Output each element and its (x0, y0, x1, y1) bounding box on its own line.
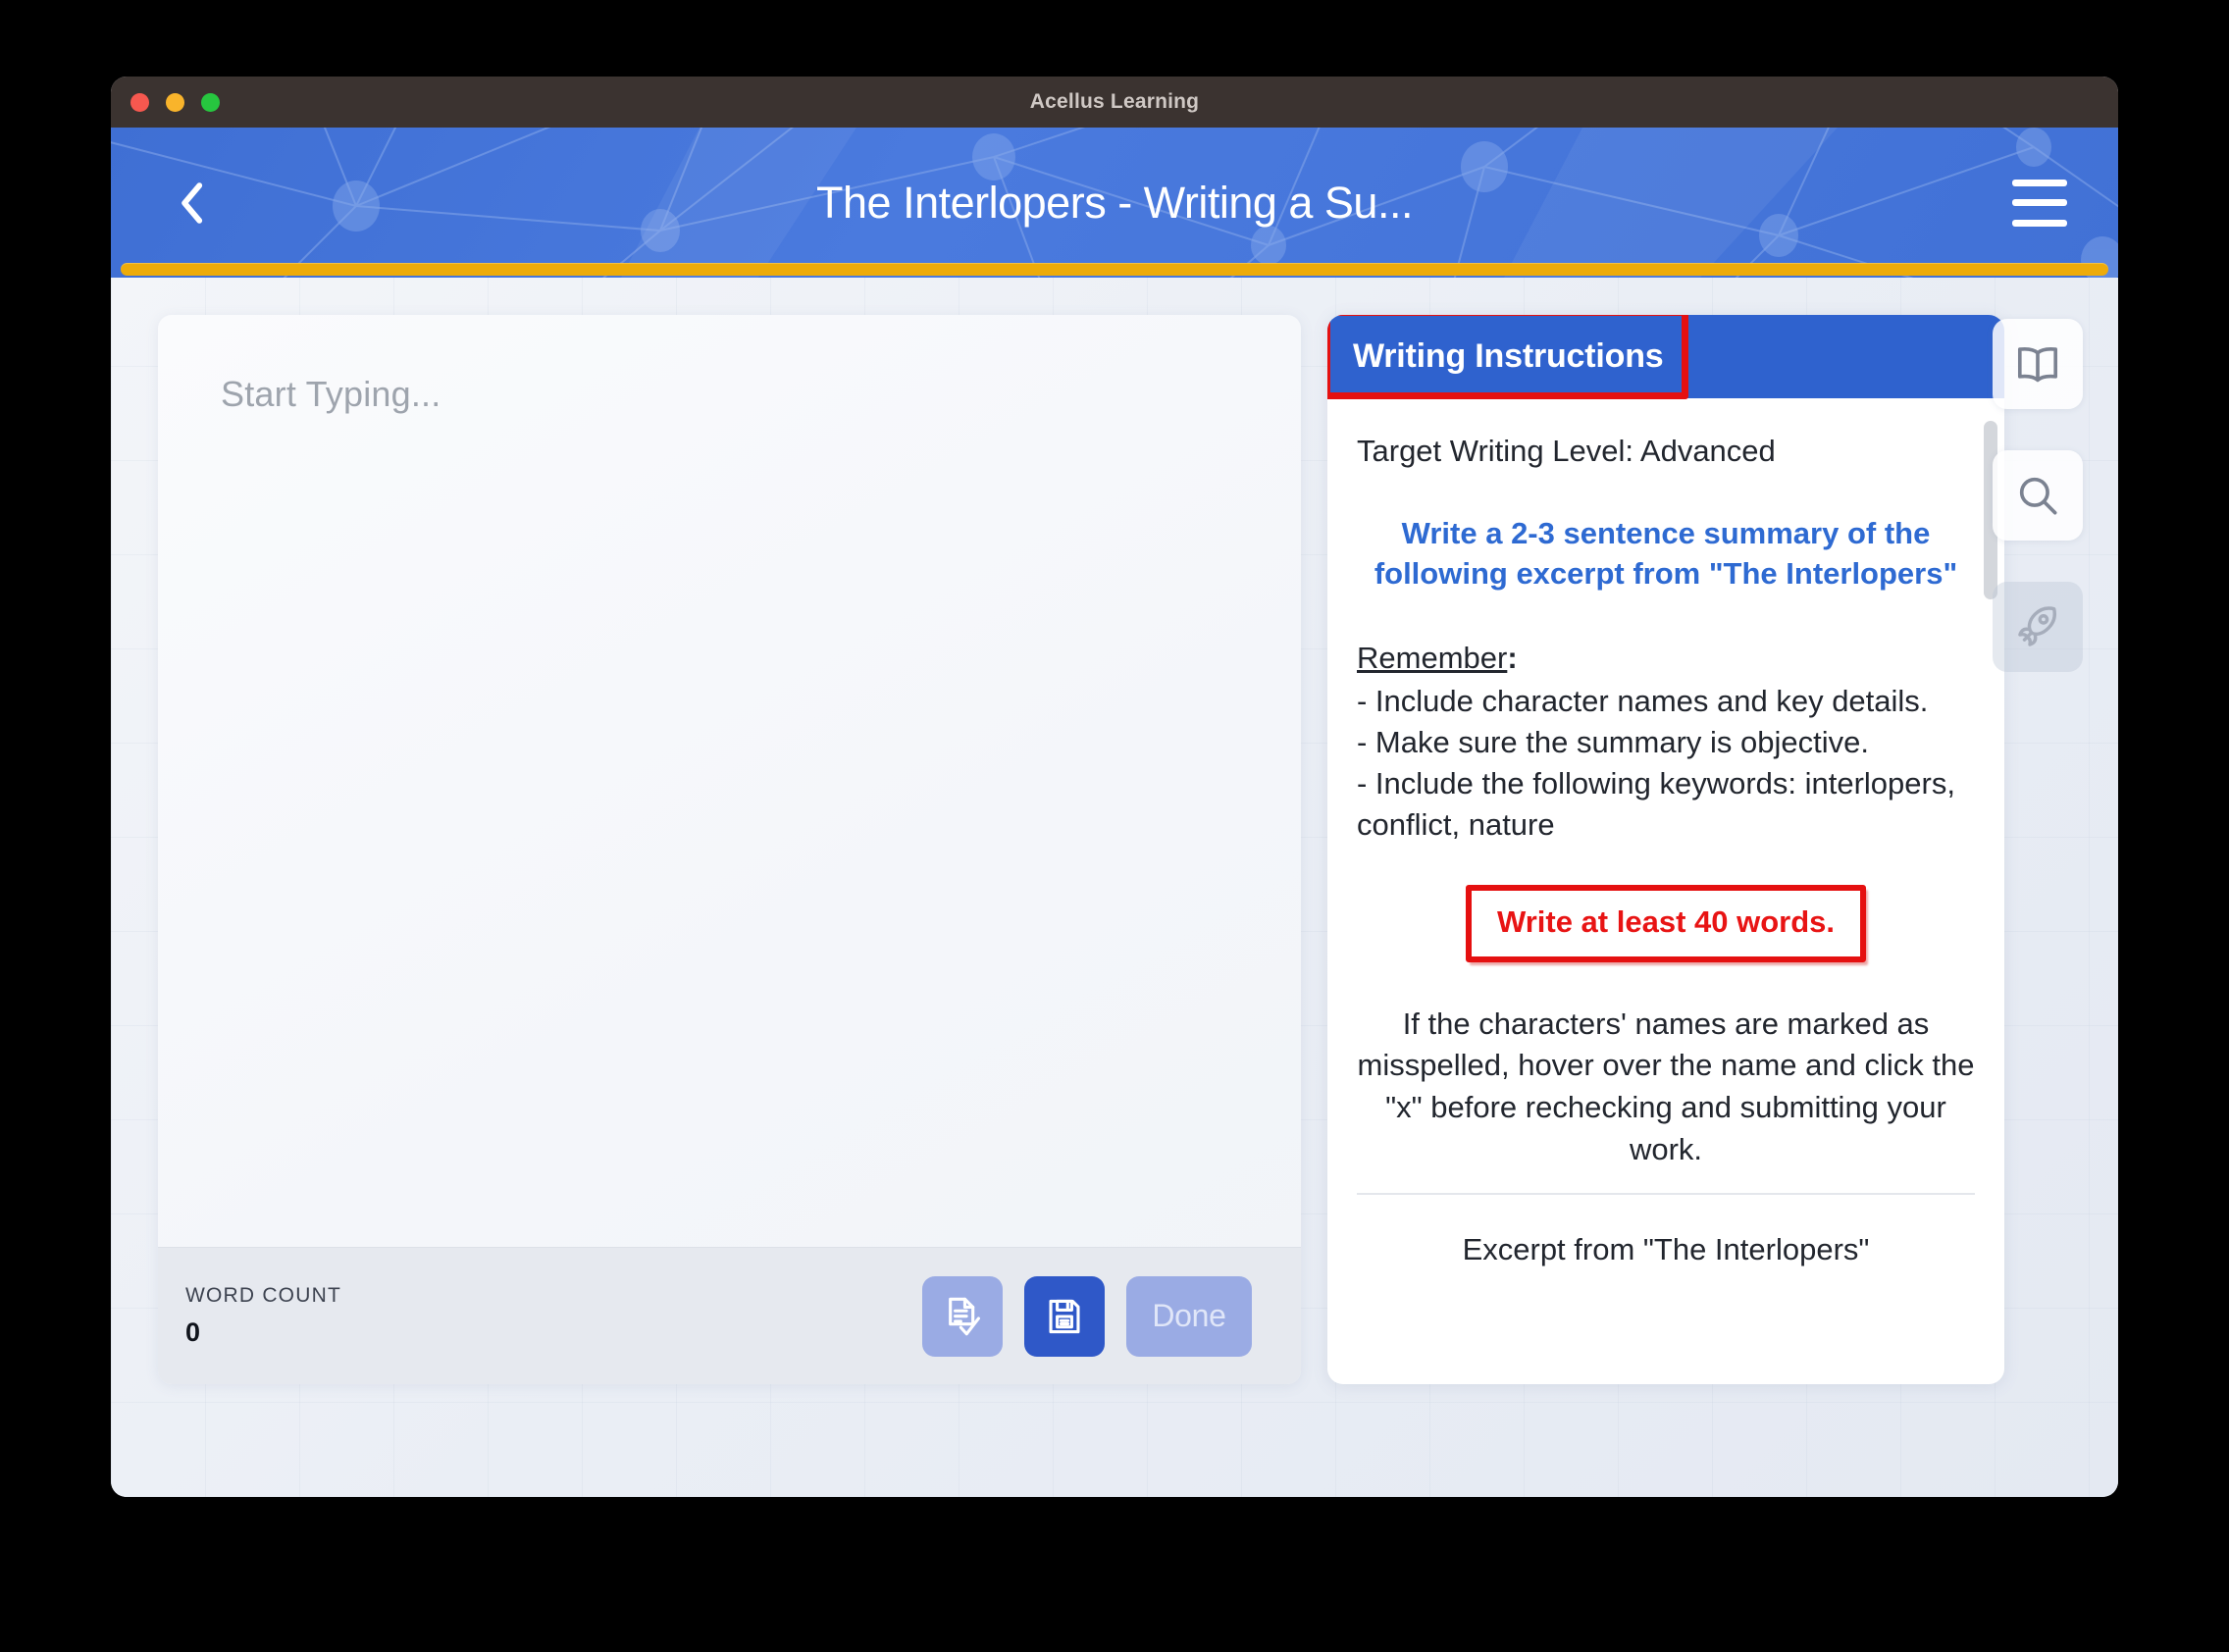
floppy-disk-save-icon (1049, 1299, 1080, 1333)
lesson-progress-bar (111, 262, 2118, 278)
search-tool-button[interactable] (1993, 450, 2083, 541)
lesson-title: The Interlopers - Writing a Su... (816, 177, 1413, 228)
window-titlebar: Acellus Learning (111, 77, 2118, 128)
word-requirement-wrapper: Write at least 40 words. (1357, 884, 1975, 962)
word-requirement-callout: Write at least 40 words. (1466, 884, 1866, 962)
rocket-tool-button[interactable] (1993, 582, 2083, 672)
lesson-progress-fill (121, 263, 2108, 276)
chevron-left-icon (181, 181, 203, 224)
remember-label: Remember (1357, 641, 1508, 676)
instructions-panel-body[interactable]: Target Writing Level: Advanced Write a 2… (1327, 398, 2004, 1384)
remember-colon: : (1507, 641, 1518, 676)
remember-bullet-list: - Include character names and key detail… (1357, 681, 1975, 845)
minimize-window-button[interactable] (166, 92, 184, 112)
writing-instructions-panel: Writing Instructions Target Writing Leve… (1327, 315, 2004, 1384)
hamburger-line (2012, 199, 2067, 206)
book-icon (2017, 347, 2058, 383)
editor-placeholder-text: Start Typing... (221, 374, 441, 414)
editor-toolbar: WORD COUNT 0 Done (158, 1247, 1301, 1384)
rocket-icon (2018, 606, 2056, 646)
spellcheck-button[interactable] (922, 1275, 1003, 1357)
close-window-button[interactable] (130, 92, 149, 112)
search-icon (2019, 477, 2057, 515)
list-item: - Include character names and key detail… (1357, 684, 1929, 719)
list-item: - Make sure the summary is objective. (1357, 725, 1870, 760)
editor-toolbar-actions: Done (922, 1275, 1252, 1357)
tool-rail (1993, 319, 2083, 672)
done-button[interactable]: Done (1126, 1275, 1252, 1357)
app-header: The Interlopers - Writing a Su... (111, 128, 2118, 278)
back-button[interactable] (165, 177, 218, 230)
hamburger-menu-button[interactable] (2012, 179, 2067, 227)
hamburger-line (2012, 219, 2067, 227)
word-count-block: WORD COUNT 0 (185, 1284, 341, 1348)
instructions-panel-header: Writing Instructions (1327, 315, 2004, 399)
hamburger-line (2012, 179, 2067, 186)
writing-editor-card: Start Typing... WORD COUNT 0 Done (158, 315, 1301, 1384)
save-button[interactable] (1024, 1275, 1105, 1357)
spellcheck-note: If the characters' names are marked as m… (1357, 1004, 1975, 1195)
app-window: Acellus Learning The Interlopers - Writi… (111, 77, 2118, 1497)
list-item: - Include the following keywords: interl… (1357, 765, 1955, 842)
remember-heading: Remember: (1357, 639, 1975, 679)
app-body: Start Typing... WORD COUNT 0 Done Writin… (111, 278, 2118, 1497)
word-count-label: WORD COUNT (185, 1284, 341, 1307)
writing-textarea[interactable]: Start Typing... (158, 315, 1301, 1247)
writing-prompt: Write a 2-3 sentence summary of the foll… (1374, 515, 1958, 592)
instructions-panel-title: Writing Instructions (1353, 337, 1664, 375)
word-count-value: 0 (185, 1317, 201, 1347)
book-tool-button[interactable] (1993, 319, 2083, 409)
excerpt-heading: Excerpt from "The Interlopers" (1462, 1231, 1870, 1266)
traffic-light-controls (130, 92, 220, 112)
window-title: Acellus Learning (1029, 90, 1200, 113)
maximize-window-button[interactable] (201, 92, 220, 112)
target-writing-level: Target Writing Level: Advanced (1357, 434, 1776, 468)
document-check-icon (949, 1297, 980, 1335)
